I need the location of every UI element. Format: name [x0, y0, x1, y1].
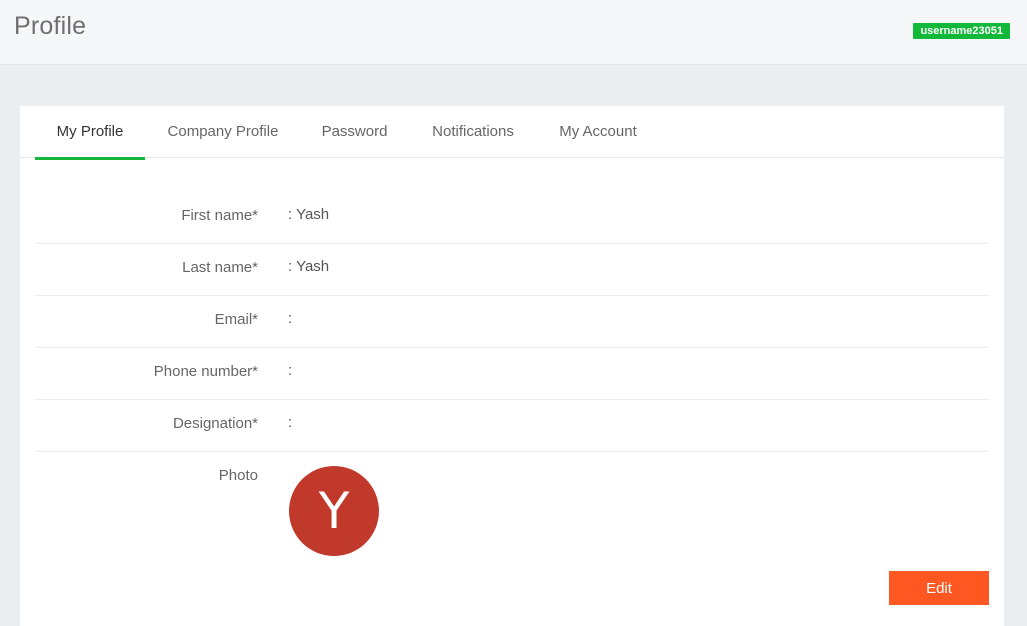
first-name-label: First name* — [181, 207, 258, 224]
phone-number-value: : — [288, 362, 293, 379]
designation-value: : — [288, 414, 293, 431]
first-name-value: : Yash — [288, 206, 330, 223]
designation-label: Designation* — [172, 415, 258, 432]
tab-notifications[interactable]: Notifications — [418, 106, 528, 158]
profile-card: My Profile Company Profile Password Noti… — [20, 106, 1004, 626]
field-row-phone: Phone number* : — [35, 348, 989, 400]
field-row-email: Email* : — [35, 296, 989, 348]
tab-company-profile[interactable]: Company Profile — [155, 106, 291, 158]
tab-my-profile[interactable]: My Profile — [35, 106, 145, 160]
username-badge[interactable]: username23051 — [913, 23, 1010, 39]
phone-number-label: Phone number* — [153, 363, 258, 380]
top-header: Profile username23051 — [0, 0, 1027, 65]
tab-password[interactable]: Password — [311, 106, 398, 158]
last-name-label: Last name* — [182, 259, 258, 276]
last-name-value: : Yash — [288, 258, 330, 275]
field-row-last-name: Last name* : Yash — [35, 244, 989, 296]
field-row-first-name: First name* : Yash — [35, 192, 989, 244]
email-value: : — [288, 310, 293, 327]
photo-label: Photo — [218, 467, 258, 484]
profile-tabs: My Profile Company Profile Password Noti… — [20, 106, 1004, 160]
page-title: Profile — [14, 12, 87, 40]
email-label: Email* — [214, 311, 258, 328]
avatar: Y — [289, 466, 379, 556]
field-row-designation: Designation* : — [35, 400, 989, 452]
tab-my-account[interactable]: My Account — [548, 106, 648, 158]
edit-button[interactable]: Edit — [889, 571, 989, 605]
field-row-photo: Photo Y — [35, 452, 989, 562]
